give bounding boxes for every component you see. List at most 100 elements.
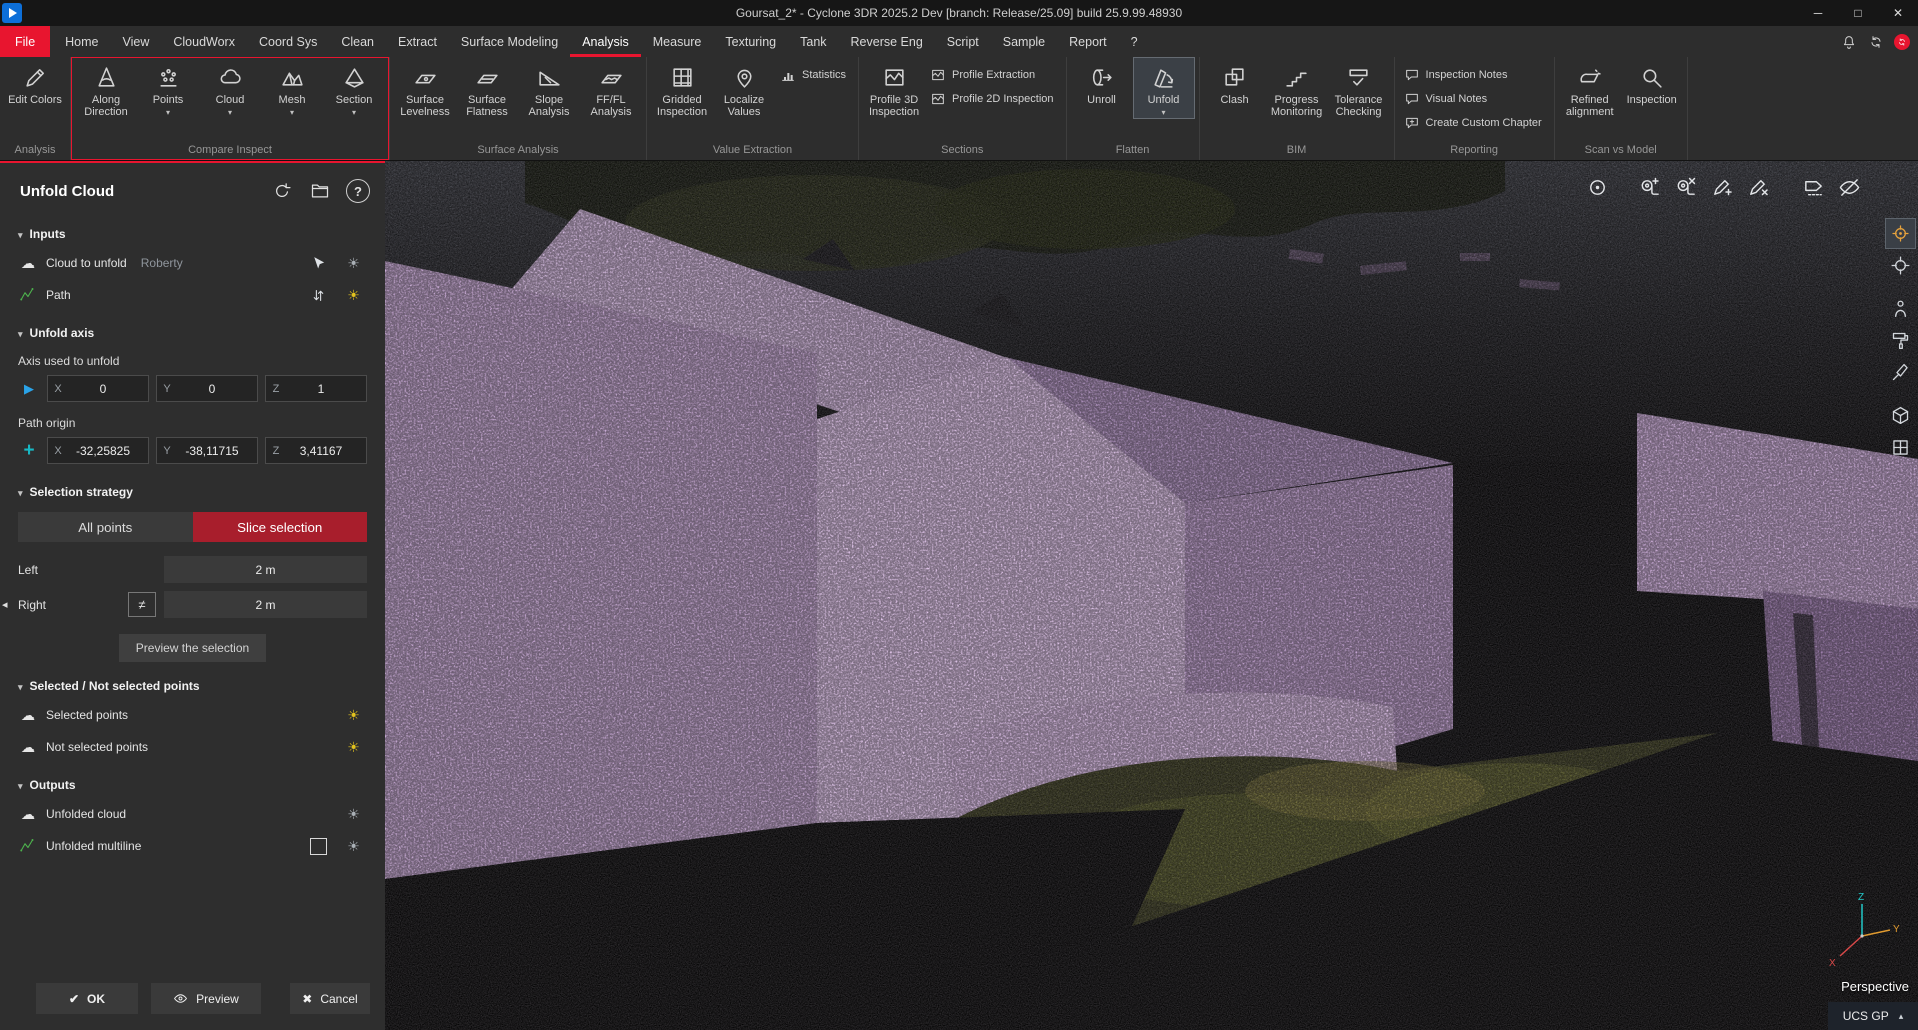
3d-viewport[interactable]: Z Y X Perspective UCS GP ▴ bbox=[385, 161, 1918, 1030]
tab-script[interactable]: Script bbox=[935, 26, 991, 57]
points-inspect-button[interactable]: Points bbox=[137, 57, 199, 119]
tolerance-checking-button[interactable]: Tolerance Checking bbox=[1328, 57, 1390, 122]
mesh-inspect-button[interactable]: Mesh bbox=[261, 57, 323, 119]
section-inputs[interactable]: Inputs bbox=[18, 227, 367, 241]
remove-measure-icon[interactable] bbox=[1669, 171, 1701, 203]
tab-measure[interactable]: Measure bbox=[641, 26, 714, 57]
section-inspect-button[interactable]: Section bbox=[323, 57, 385, 119]
origin-y-field[interactable]: Y-38,11715 bbox=[156, 437, 258, 464]
edit-colors-button[interactable]: Edit Colors bbox=[4, 57, 66, 109]
hide-annotations-icon[interactable] bbox=[1833, 171, 1865, 203]
tab-reverse-eng[interactable]: Reverse Eng bbox=[839, 26, 935, 57]
add-measure-icon[interactable] bbox=[1633, 171, 1665, 203]
rotation-point-icon[interactable] bbox=[1886, 219, 1915, 248]
preview-selection-button[interactable]: Preview the selection bbox=[119, 634, 266, 662]
profile-extraction-button[interactable]: Profile Extraction bbox=[930, 67, 1054, 83]
export-folder-icon[interactable] bbox=[305, 176, 335, 206]
axis-x-field[interactable]: X0 bbox=[47, 375, 149, 402]
axis-y-field[interactable]: Y0 bbox=[156, 375, 258, 402]
section-selected-points[interactable]: Selected / Not selected points bbox=[18, 679, 367, 693]
remove-annotation-icon[interactable] bbox=[1741, 171, 1773, 203]
pick-cursor-icon[interactable] bbox=[305, 255, 332, 272]
tab-extract[interactable]: Extract bbox=[386, 26, 449, 57]
refined-alignment-button[interactable]: Refined alignment bbox=[1559, 57, 1621, 122]
visibility-bulb-icon[interactable]: ☀ bbox=[340, 740, 367, 754]
cube-view-icon[interactable] bbox=[1886, 401, 1915, 430]
tab-report[interactable]: Report bbox=[1057, 26, 1119, 57]
hide-labels-icon[interactable] bbox=[1797, 171, 1829, 203]
surface-levelness-button[interactable]: Surface Levelness bbox=[394, 57, 456, 122]
first-person-icon[interactable] bbox=[1886, 294, 1915, 323]
tab-view[interactable]: View bbox=[111, 26, 162, 57]
tab-clean[interactable]: Clean bbox=[329, 26, 386, 57]
add-annotation-icon[interactable] bbox=[1705, 171, 1737, 203]
profile-2d-inspection-button[interactable]: Profile 2D Inspection bbox=[930, 91, 1054, 107]
tab-surface-modeling[interactable]: Surface Modeling bbox=[449, 26, 570, 57]
multiline-checkbox[interactable] bbox=[310, 838, 327, 855]
ok-button[interactable]: ✔OK bbox=[36, 983, 138, 1014]
unroll-button[interactable]: Unroll bbox=[1071, 57, 1133, 109]
reverse-path-icon[interactable] bbox=[305, 287, 332, 304]
surface-flatness-button[interactable]: Surface Flatness bbox=[456, 57, 518, 122]
visibility-bulb-icon[interactable]: ☀ bbox=[340, 807, 367, 821]
statistics-button[interactable]: Statistics bbox=[780, 67, 846, 83]
center-view-icon[interactable] bbox=[1886, 251, 1915, 280]
visibility-bulb-icon[interactable]: ☀ bbox=[340, 839, 367, 853]
unfold-button[interactable]: Unfold bbox=[1133, 57, 1195, 119]
fffl-analysis-button[interactable]: FF/FL Analysis bbox=[580, 57, 642, 122]
all-points-button[interactable]: All points bbox=[18, 512, 193, 542]
left-width-field[interactable]: 2 m bbox=[164, 556, 367, 583]
notifications-bell-icon[interactable] bbox=[1840, 33, 1858, 51]
along-direction-button[interactable]: Along Direction bbox=[75, 57, 137, 122]
slice-selection-button[interactable]: Slice selection bbox=[193, 512, 368, 542]
tab-texturing[interactable]: Texturing bbox=[713, 26, 788, 57]
pick-point-icon[interactable] bbox=[1886, 358, 1915, 387]
clipping-box-icon[interactable] bbox=[1886, 433, 1915, 462]
tab-cloudworx[interactable]: CloudWorx bbox=[161, 26, 247, 57]
tab-help[interactable]: ? bbox=[1119, 26, 1150, 57]
scan-inspection-button[interactable]: Inspection bbox=[1621, 57, 1683, 109]
asymmetric-toggle-icon[interactable]: ≠ bbox=[128, 592, 156, 617]
origin-z-field[interactable]: Z3,41167 bbox=[265, 437, 367, 464]
progress-monitoring-button[interactable]: Progress Monitoring bbox=[1266, 57, 1328, 122]
visibility-bulb-icon[interactable]: ☀ bbox=[340, 256, 367, 270]
visibility-bulb-icon[interactable]: ☀ bbox=[340, 708, 367, 722]
section-outputs[interactable]: Outputs bbox=[18, 778, 367, 792]
visual-notes-button[interactable]: Visual Notes bbox=[1404, 91, 1542, 107]
tab-coord-sys[interactable]: Coord Sys bbox=[247, 26, 329, 57]
slope-analysis-button[interactable]: Slope Analysis bbox=[518, 57, 580, 122]
gridded-inspection-button[interactable]: Gridded Inspection bbox=[651, 57, 713, 122]
ucs-selector-button[interactable]: UCS GP ▴ bbox=[1828, 1002, 1918, 1030]
help-icon[interactable]: ? bbox=[346, 179, 370, 203]
clash-button[interactable]: Clash bbox=[1204, 57, 1266, 109]
preview-button[interactable]: Preview bbox=[151, 983, 261, 1014]
cloud-inspect-button[interactable]: Cloud bbox=[199, 57, 261, 119]
reset-icon[interactable] bbox=[267, 176, 297, 206]
tab-file[interactable]: File bbox=[0, 26, 50, 57]
axis-direction-icon[interactable]: ▶ bbox=[18, 381, 40, 397]
panel-collapse-arrow[interactable]: ◂ bbox=[2, 598, 8, 611]
sync-icon[interactable] bbox=[1867, 33, 1885, 51]
origin-x-field[interactable]: X-32,25825 bbox=[47, 437, 149, 464]
minimize-button[interactable]: ─ bbox=[1798, 0, 1838, 26]
pick-origin-icon[interactable]: + bbox=[18, 441, 40, 460]
maximize-button[interactable]: □ bbox=[1838, 0, 1878, 26]
profile-3d-inspection-button[interactable]: Profile 3D Inspection bbox=[863, 57, 925, 122]
section-selection-strategy[interactable]: Selection strategy bbox=[18, 485, 367, 499]
section-unfold-axis[interactable]: Unfold axis bbox=[18, 326, 367, 340]
visibility-bulb-icon[interactable]: ☀ bbox=[340, 288, 367, 302]
localize-values-button[interactable]: Localize Values bbox=[713, 57, 775, 122]
paint-select-icon[interactable] bbox=[1886, 326, 1915, 355]
axis-z-field[interactable]: Z1 bbox=[265, 375, 367, 402]
update-badge-icon[interactable] bbox=[1894, 34, 1910, 50]
tab-analysis[interactable]: Analysis bbox=[570, 26, 641, 57]
tab-home[interactable]: Home bbox=[53, 26, 110, 57]
cancel-button[interactable]: ✖Cancel bbox=[290, 983, 370, 1014]
inspection-notes-button[interactable]: Inspection Notes bbox=[1404, 67, 1542, 83]
create-custom-chapter-button[interactable]: Create Custom Chapter bbox=[1404, 115, 1542, 131]
close-button[interactable]: ✕ bbox=[1878, 0, 1918, 26]
rotation-center-icon[interactable] bbox=[1581, 171, 1613, 203]
tab-sample[interactable]: Sample bbox=[991, 26, 1057, 57]
tab-tank[interactable]: Tank bbox=[788, 26, 838, 57]
right-width-field[interactable]: 2 m bbox=[164, 591, 367, 618]
